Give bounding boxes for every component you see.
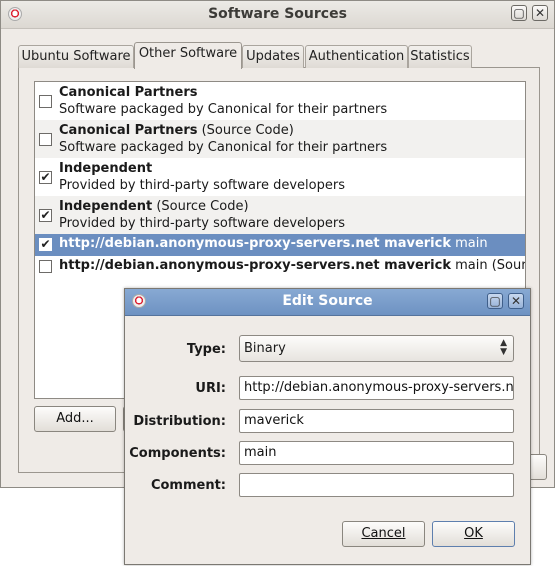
titlebar: Software Sources ▢ ✕ xyxy=(1,1,554,29)
edit-source-dialog: Edit Source ▢ ✕ Type: Binary ▲ ▼ URI: htt… xyxy=(124,288,531,565)
source-checkbox-checked[interactable]: ✔ xyxy=(39,171,52,184)
source-name: http://debian.anonymous-proxy-servers.ne… xyxy=(59,236,451,251)
source-checkbox-checked[interactable]: ✔ xyxy=(39,238,52,251)
maximize-icon[interactable]: ▢ xyxy=(487,293,503,309)
dialog-title: Edit Source xyxy=(282,293,373,309)
source-checkbox[interactable] xyxy=(39,95,52,108)
list-item[interactable]: Canonical Partners (Source Code) Softwar… xyxy=(35,120,525,158)
window-title: Software Sources xyxy=(208,6,347,22)
maximize-icon[interactable]: ▢ xyxy=(511,5,527,21)
source-name: Independent xyxy=(59,199,153,214)
cancel-label: Cancel xyxy=(361,526,406,541)
source-name: http://debian.anonymous-proxy-servers.ne… xyxy=(59,258,451,273)
ok-label: OK xyxy=(464,526,483,541)
source-checkbox-checked[interactable]: ✔ xyxy=(39,209,52,222)
uri-label: URI: xyxy=(195,381,226,396)
close-icon[interactable]: ✕ xyxy=(508,293,524,309)
source-checkbox[interactable] xyxy=(39,133,52,146)
source-suffix: (Source Code) xyxy=(152,199,249,214)
tab-statistics[interactable]: Statistics xyxy=(408,45,472,68)
comment-label: Comment: xyxy=(150,478,226,493)
list-item[interactable]: Canonical Partners Software packaged by … xyxy=(35,82,525,120)
source-name: Independent xyxy=(59,161,153,176)
list-item[interactable]: ✔ Independent Provided by third-party so… xyxy=(35,158,525,196)
uri-field[interactable]: http://debian.anonymous-proxy-servers.ne… xyxy=(239,376,514,400)
distribution-field[interactable]: maverick xyxy=(239,409,514,433)
up-down-arrows-icon: ▲ ▼ xyxy=(500,338,507,357)
components-field[interactable]: main xyxy=(239,441,514,465)
source-suffix: (Source Code) xyxy=(197,123,294,138)
distribution-label: Distribution: xyxy=(133,414,226,429)
source-suffix: main xyxy=(450,236,488,251)
type-value: Binary xyxy=(244,341,286,356)
source-name: Canonical Partners xyxy=(59,85,198,100)
source-description: Software packaged by Canonical for their… xyxy=(59,102,388,117)
type-combobox[interactable]: Binary ▲ ▼ xyxy=(239,335,514,362)
list-item[interactable]: ✔ Independent (Source Code) Provided by … xyxy=(35,196,525,234)
comment-field[interactable] xyxy=(239,473,514,497)
source-description: Software packaged by Canonical for their… xyxy=(59,140,388,155)
list-item-selected[interactable]: ✔ http://debian.anonymous-proxy-servers.… xyxy=(35,234,525,256)
source-checkbox[interactable] xyxy=(39,260,52,273)
tab-updates[interactable]: Updates xyxy=(242,45,304,68)
list-item[interactable]: http://debian.anonymous-proxy-servers.ne… xyxy=(35,256,525,278)
source-description: Provided by third-party software develop… xyxy=(59,178,345,193)
tab-ubuntu-software[interactable]: Ubuntu Software xyxy=(18,45,134,68)
source-suffix: main (Source Code) xyxy=(455,258,526,273)
add-button[interactable]: Add... xyxy=(34,406,116,432)
source-name: Canonical Partners xyxy=(59,123,198,138)
ok-button[interactable]: OK xyxy=(432,521,515,547)
components-label: Components: xyxy=(129,446,226,461)
source-description: Provided by third-party software develop… xyxy=(59,216,345,231)
dialog-titlebar: Edit Source ▢ ✕ xyxy=(125,289,530,316)
cancel-button[interactable]: Cancel xyxy=(342,521,425,547)
close-icon[interactable]: ✕ xyxy=(532,5,548,21)
tab-other-software[interactable]: Other Software xyxy=(134,42,242,69)
type-label: Type: xyxy=(186,342,226,357)
tab-authentication[interactable]: Authentication xyxy=(305,45,408,68)
